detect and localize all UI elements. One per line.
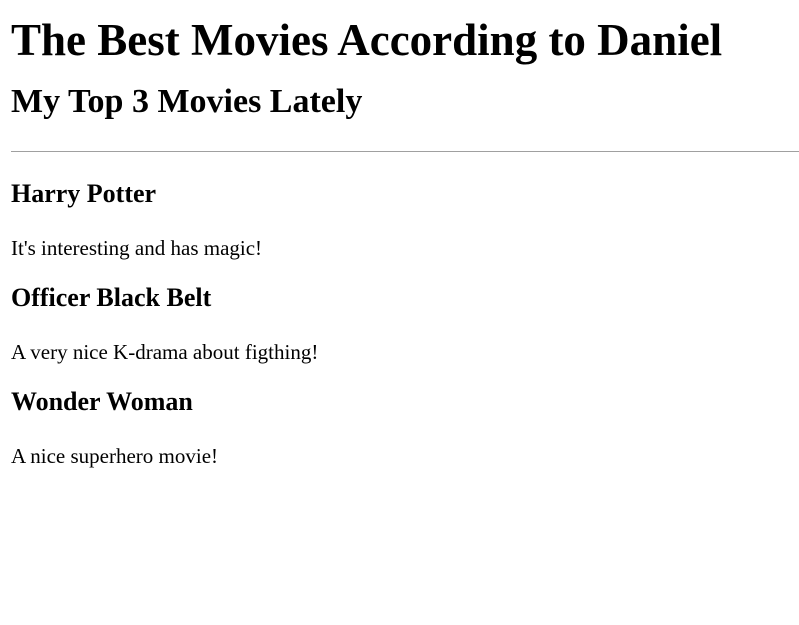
movie-title: Officer Black Belt — [11, 283, 212, 312]
movie-item: Wonder Woman A nice superhero movie! — [11, 387, 799, 469]
movie-description: A nice superhero movie! — [11, 444, 219, 468]
movie-item: Harry Potter It's interesting and has ma… — [11, 179, 799, 261]
page: The Best Movies According to Daniel My T… — [0, 0, 799, 625]
page-title: The Best Movies According to Daniel — [11, 15, 723, 65]
movie-list: Harry Potter It's interesting and has ma… — [11, 179, 799, 469]
divider — [11, 151, 799, 152]
movie-description: A very nice K-drama about figthing! — [11, 340, 319, 364]
page-subtitle: My Top 3 Movies Lately — [11, 83, 363, 120]
movie-title: Wonder Woman — [11, 387, 193, 416]
movie-item: Officer Black Belt A very nice K-drama a… — [11, 283, 799, 365]
movie-title: Harry Potter — [11, 179, 157, 208]
movie-description: It's interesting and has magic! — [11, 236, 263, 260]
